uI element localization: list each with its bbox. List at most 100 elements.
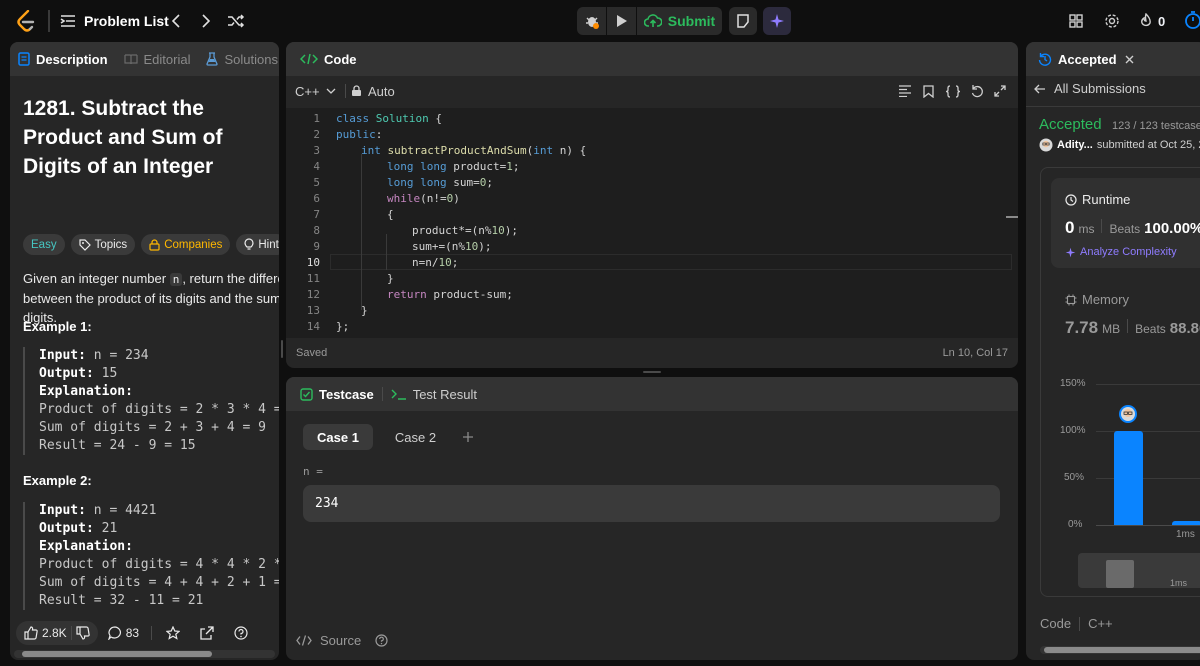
terminal-icon xyxy=(391,388,407,400)
random-problem-button[interactable] xyxy=(227,12,245,30)
code-line: while(n!=0) xyxy=(387,192,460,205)
comment-button[interactable]: 83 xyxy=(107,626,139,640)
chart-bar[interactable] xyxy=(1172,521,1200,525)
share-icon[interactable] xyxy=(200,626,214,640)
analyze-complexity-button[interactable]: Analyze Complexity xyxy=(1065,246,1177,258)
shuffle-icon xyxy=(227,13,245,29)
line-number: 8 xyxy=(313,224,320,237)
streak-counter[interactable]: 0 xyxy=(1139,12,1165,30)
auto-mode-toggle[interactable]: Auto xyxy=(351,84,395,99)
submit-button[interactable]: Submit xyxy=(637,7,722,35)
vertical-resize-handle[interactable] xyxy=(281,340,283,358)
result-scrollbar[interactable] xyxy=(1040,646,1200,654)
code-line: int subtractProductAndSum(int n) { xyxy=(361,144,587,157)
divider xyxy=(345,84,346,98)
settings-button[interactable] xyxy=(1104,12,1120,30)
help-icon[interactable] xyxy=(234,626,248,640)
debug-button[interactable] xyxy=(577,7,606,35)
description-footer: 2.8K 83 xyxy=(10,618,279,648)
code-icon xyxy=(296,635,312,646)
explanation-line: Product of digits = 2 * 3 * 4 = xyxy=(39,402,279,417)
statement-text: , return the differer xyxy=(182,271,279,286)
checkbox-icon xyxy=(300,387,313,401)
tab-testcase[interactable]: Testcase xyxy=(292,377,382,411)
prev-problem-button[interactable] xyxy=(171,12,181,30)
avatar xyxy=(1118,404,1138,424)
horizontal-scrollbar[interactable] xyxy=(14,650,275,658)
language-select[interactable]: C++ xyxy=(295,84,336,99)
hint-label: Hint xyxy=(258,238,279,251)
timer-button[interactable] xyxy=(1183,11,1200,29)
ai-assistant-button[interactable] xyxy=(763,7,791,35)
source-button[interactable]: Source xyxy=(296,633,388,648)
star-icon[interactable] xyxy=(166,626,181,640)
x-axis xyxy=(1096,525,1200,526)
case-1-tab[interactable]: Case 1 xyxy=(303,424,373,450)
problem-list-button[interactable]: Problem List xyxy=(60,12,169,30)
all-submissions-link[interactable]: All Submissions xyxy=(1034,81,1146,96)
expand-icon[interactable] xyxy=(994,85,1006,97)
tab-accepted-label: Accepted xyxy=(1058,51,1117,67)
description-tabs: Description Editorial Solutions xyxy=(10,42,279,76)
topics-button[interactable]: Topics xyxy=(70,234,136,255)
code-line: public: xyxy=(336,128,383,141)
input-label: n = xyxy=(303,465,323,478)
submit-label: Submit xyxy=(667,13,716,29)
case-2-tab[interactable]: Case 2 xyxy=(381,424,450,450)
chart-bar[interactable] xyxy=(1114,431,1143,525)
scrollbar-thumb[interactable] xyxy=(1044,647,1200,653)
beats-label: Beats xyxy=(1135,322,1166,336)
tab-code[interactable]: Code xyxy=(292,42,365,76)
reset-icon[interactable] xyxy=(970,84,984,98)
tab-accepted[interactable]: Accepted xyxy=(1030,42,1142,76)
thumbs-down-icon[interactable] xyxy=(76,626,90,640)
avatar[interactable] xyxy=(1039,138,1053,152)
line-number: 12 xyxy=(306,288,320,301)
line-number: 5 xyxy=(313,176,320,189)
code-editor[interactable]: 1 2 3 4 5 6 7 8 9 10 11 12 13 14 class S… xyxy=(286,108,1018,338)
input-label: Input: xyxy=(39,503,86,518)
cursor-position: Ln 10, Col 17 xyxy=(942,347,1008,359)
hint-button[interactable]: Hint xyxy=(236,234,279,255)
layout-button[interactable] xyxy=(1068,12,1084,30)
run-button[interactable] xyxy=(607,7,636,35)
explanation-line: Product of digits = 4 * 4 * 2 * xyxy=(39,557,279,572)
testcase-count: 123 / 123 testcases xyxy=(1112,120,1200,132)
next-problem-button[interactable] xyxy=(201,12,211,30)
notes-button[interactable] xyxy=(729,7,757,35)
memory-stats: 7.78 MB Beats 88.86 xyxy=(1065,318,1200,338)
horizontal-resize-handle[interactable] xyxy=(643,371,661,373)
explanation-label: Explanation: xyxy=(39,539,133,554)
code-language: C++ xyxy=(1088,616,1113,631)
format-icon[interactable] xyxy=(898,85,912,97)
runtime-card[interactable]: Runtime 0 ms Beats 100.00% Analyze Compl… xyxy=(1051,178,1200,268)
thumbs-up-icon[interactable] xyxy=(24,626,38,640)
companies-button[interactable]: Companies xyxy=(141,234,231,255)
add-case-button[interactable] xyxy=(458,424,478,450)
note-icon xyxy=(736,14,750,28)
tab-editorial[interactable]: Editorial xyxy=(116,42,199,76)
runtime-stats: 0 ms Beats 100.00% xyxy=(1065,218,1200,238)
username[interactable]: Adity... xyxy=(1057,139,1093,151)
slider-tick-label: 1ms xyxy=(1170,578,1188,588)
explanation-line: Sum of digits = 2 + 3 + 4 = 9 xyxy=(39,420,266,435)
tab-solutions[interactable]: Solutions xyxy=(198,42,279,76)
plus-icon xyxy=(462,431,474,443)
testcase-input[interactable]: 234 xyxy=(303,485,1000,522)
range-slider[interactable]: 1ms xyxy=(1078,553,1200,588)
scrollbar-thumb[interactable] xyxy=(22,651,212,657)
vertical-scrollbar[interactable] xyxy=(1006,216,1018,218)
editor-toolbar: C++ Auto xyxy=(286,76,1018,106)
bookmark-icon[interactable] xyxy=(923,84,934,98)
beats-label: Beats xyxy=(1109,222,1141,236)
accepted-status: Accepted xyxy=(1039,116,1102,133)
leetcode-logo-icon[interactable] xyxy=(16,10,36,32)
close-icon[interactable] xyxy=(1125,55,1134,64)
divider xyxy=(48,10,50,32)
line-number: 7 xyxy=(313,208,320,221)
tab-description[interactable]: Description xyxy=(10,42,116,76)
tab-test-result[interactable]: Test Result xyxy=(383,377,485,411)
y-tick-label: 0% xyxy=(1068,519,1083,530)
arrow-left-icon xyxy=(1034,84,1046,94)
braces-icon[interactable] xyxy=(945,84,961,98)
